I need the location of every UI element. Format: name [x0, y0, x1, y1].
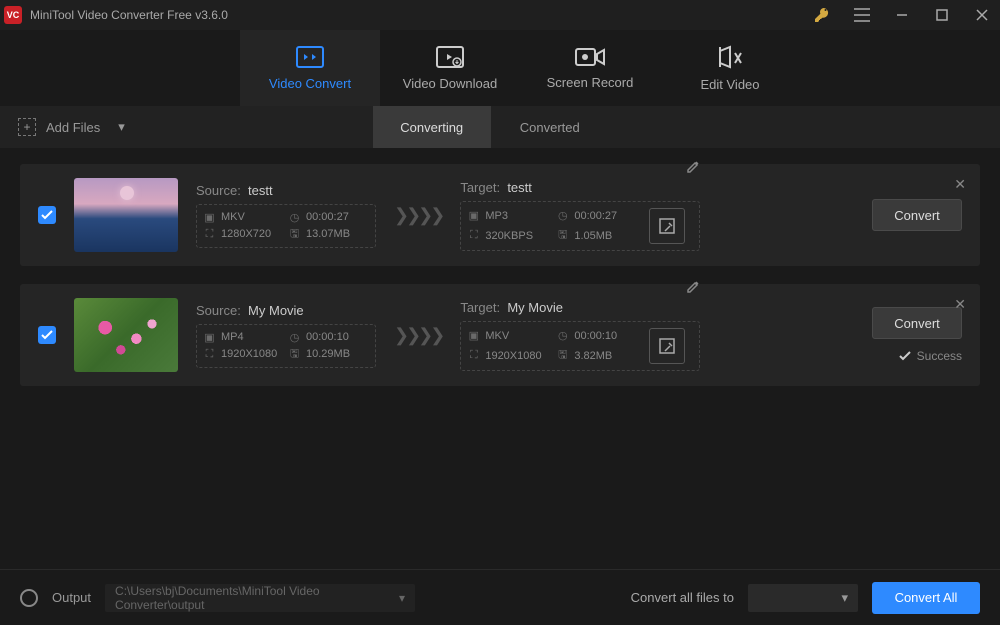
output-label: Output — [52, 590, 91, 605]
clock-icon: ◷ — [556, 209, 569, 222]
convert-button[interactable]: Convert — [872, 307, 962, 339]
convert-icon — [296, 46, 324, 68]
tab-label: Video Download — [403, 76, 497, 91]
tab-label: Edit Video — [700, 77, 759, 92]
tab-label: Screen Record — [547, 75, 634, 90]
convert-button[interactable]: Convert — [872, 199, 962, 231]
thumbnail — [74, 178, 178, 252]
convert-all-button[interactable]: Convert All — [872, 582, 980, 614]
toolbar: + Add Files ▾ Converting Converted — [0, 106, 1000, 148]
arrow-icon: ❯❯❯❯ — [394, 205, 442, 226]
resolution-icon: ⛶ — [203, 228, 216, 241]
minimize-icon[interactable] — [888, 1, 916, 29]
maximize-icon[interactable] — [928, 1, 956, 29]
list-item: Source: My Movie ▣MP4 ◷00:00:10 ⛶1920X10… — [20, 284, 980, 386]
size-icon: 🖫 — [556, 229, 569, 242]
tab-edit-video[interactable]: Edit Video — [660, 30, 800, 106]
size-icon: 🖫 — [288, 348, 301, 361]
format-icon: ▣ — [467, 329, 480, 342]
target-settings-button[interactable] — [649, 328, 685, 364]
clock-icon: ◷ — [288, 211, 301, 224]
add-files-label: Add Files — [46, 120, 100, 135]
resolution-icon: ⛶ — [467, 349, 480, 362]
titlebar: VC MiniTool Video Converter Free v3.6.0 — [0, 0, 1000, 30]
tab-screen-record[interactable]: Screen Record — [520, 30, 660, 106]
remove-item-icon[interactable]: ✕ — [954, 296, 966, 313]
source-info: Source: My Movie ▣MP4 ◷00:00:10 ⛶1920X10… — [196, 303, 376, 368]
resolution-icon: ⛶ — [467, 229, 480, 242]
source-info: Source: testt ▣MKV ◷00:00:27 ⛶1280X720 🖫… — [196, 183, 376, 248]
clock-icon: ◷ — [556, 329, 569, 342]
key-icon[interactable] — [808, 1, 836, 29]
size-icon: 🖫 — [288, 228, 301, 241]
thumbnail — [74, 298, 178, 372]
main-nav: Video Convert Video Download Screen Reco… — [0, 30, 1000, 106]
window-title: MiniTool Video Converter Free v3.6.0 — [30, 8, 808, 22]
target-info: Target: My Movie ▣MKV ◷00:00:10 ⛶1920X10… — [460, 300, 700, 371]
conversion-list: Source: testt ▣MKV ◷00:00:27 ⛶1280X720 🖫… — [0, 148, 1000, 402]
format-icon: ▣ — [203, 331, 216, 344]
add-icon: + — [18, 118, 36, 136]
remove-item-icon[interactable]: ✕ — [954, 176, 966, 193]
convert-all-format-select[interactable]: ▾ — [748, 584, 858, 612]
tab-label: Video Convert — [269, 76, 351, 91]
subtab-converted[interactable]: Converted — [491, 106, 609, 148]
chevron-down-icon: ▾ — [118, 119, 125, 135]
tab-video-convert[interactable]: Video Convert — [240, 30, 380, 106]
tab-video-download[interactable]: Video Download — [380, 30, 520, 106]
resolution-icon: ⛶ — [203, 348, 216, 361]
checkbox[interactable] — [38, 206, 56, 224]
edit-icon[interactable] — [686, 160, 700, 174]
close-icon[interactable] — [968, 1, 996, 29]
status-badge: Success — [899, 349, 962, 363]
schedule-icon[interactable] — [20, 589, 38, 607]
convert-all-to-label: Convert all files to — [631, 590, 734, 605]
arrow-icon: ❯❯❯❯ — [394, 325, 442, 346]
download-icon — [436, 46, 464, 68]
menu-icon[interactable] — [848, 1, 876, 29]
size-icon: 🖫 — [556, 349, 569, 362]
chevron-down-icon: ▾ — [399, 591, 405, 605]
edit-video-icon — [717, 45, 743, 69]
subtab-converting[interactable]: Converting — [373, 106, 491, 148]
checkbox[interactable] — [38, 326, 56, 344]
add-files-button[interactable]: + Add Files ▾ — [0, 118, 143, 136]
app-logo-icon: VC — [4, 6, 22, 24]
target-info: Target: testt ▣MP3 ◷00:00:27 ⛶320KBPS 🖫1… — [460, 180, 700, 251]
edit-icon[interactable] — [686, 280, 700, 294]
format-icon: ▣ — [203, 211, 216, 224]
target-settings-button[interactable] — [649, 208, 685, 244]
output-path-select[interactable]: C:\Users\bj\Documents\MiniTool Video Con… — [105, 584, 415, 612]
footer: Output C:\Users\bj\Documents\MiniTool Vi… — [0, 569, 1000, 625]
clock-icon: ◷ — [288, 331, 301, 344]
chevron-down-icon: ▾ — [841, 590, 848, 606]
format-icon: ▣ — [467, 209, 480, 222]
list-item: Source: testt ▣MKV ◷00:00:27 ⛶1280X720 🖫… — [20, 164, 980, 266]
record-icon — [575, 47, 605, 67]
